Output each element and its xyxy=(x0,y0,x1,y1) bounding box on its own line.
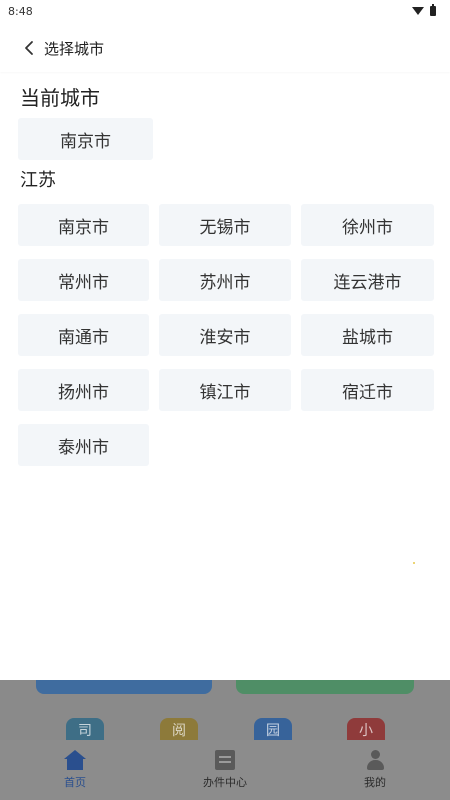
back-arrow-icon[interactable] xyxy=(20,39,38,57)
background-banner-right xyxy=(236,680,414,694)
battery-icon xyxy=(430,4,436,16)
tab-profile[interactable]: 我的 xyxy=(300,740,450,800)
city-button-zhenjiang[interactable]: 镇江市 xyxy=(159,369,291,411)
city-button-suzhou[interactable]: 苏州市 xyxy=(159,259,291,301)
bottom-tab-bar: 首页 办件中心 我的 xyxy=(0,740,450,800)
top-bar: 选择城市 xyxy=(0,24,450,72)
city-button-huaian[interactable]: 淮安市 xyxy=(159,314,291,356)
decorative-dot xyxy=(413,562,415,564)
wifi-icon xyxy=(412,7,424,15)
city-grid: 南京市 无锡市 徐州市 常州市 苏州市 连云港市 南通市 淮安市 盐城市 扬州市… xyxy=(18,204,434,466)
city-button-changzhou[interactable]: 常州市 xyxy=(18,259,149,301)
user-icon xyxy=(365,750,385,770)
tab-tasks[interactable]: 办件中心 xyxy=(150,740,300,800)
city-button-wuxi[interactable]: 无锡市 xyxy=(159,204,291,246)
city-button-taizhou[interactable]: 泰州市 xyxy=(18,424,149,466)
city-button-suqian[interactable]: 宿迁市 xyxy=(301,369,434,411)
tab-label: 首页 xyxy=(64,776,86,789)
city-button-yangzhou[interactable]: 扬州市 xyxy=(18,369,149,411)
status-bar: 8:48 xyxy=(0,0,450,22)
city-button-yancheng[interactable]: 盐城市 xyxy=(301,314,434,356)
city-button-nantong[interactable]: 南通市 xyxy=(18,314,149,356)
current-city-button[interactable]: 南京市 xyxy=(18,118,153,160)
current-city-heading: 当前城市 xyxy=(20,86,100,110)
page-title: 选择城市 xyxy=(44,39,105,58)
background-app-tile: 阅 xyxy=(160,718,198,742)
city-button-nanjing[interactable]: 南京市 xyxy=(18,204,149,246)
province-heading: 江苏 xyxy=(20,170,56,191)
city-button-xuzhou[interactable]: 徐州市 xyxy=(301,204,434,246)
background-app-tile: 园 xyxy=(254,718,292,742)
background-banner-left xyxy=(36,680,212,694)
document-icon xyxy=(215,750,235,770)
tab-label: 办件中心 xyxy=(203,776,247,789)
status-time: 8:48 xyxy=(8,4,33,18)
city-button-lianyungang[interactable]: 连云港市 xyxy=(301,259,434,301)
tab-home[interactable]: 首页 xyxy=(0,740,150,800)
status-icons xyxy=(412,4,436,16)
background-app-tile: 司 xyxy=(66,718,104,742)
background-app-tile: 小 xyxy=(347,718,385,742)
tab-label: 我的 xyxy=(364,776,386,789)
home-icon xyxy=(64,750,86,770)
